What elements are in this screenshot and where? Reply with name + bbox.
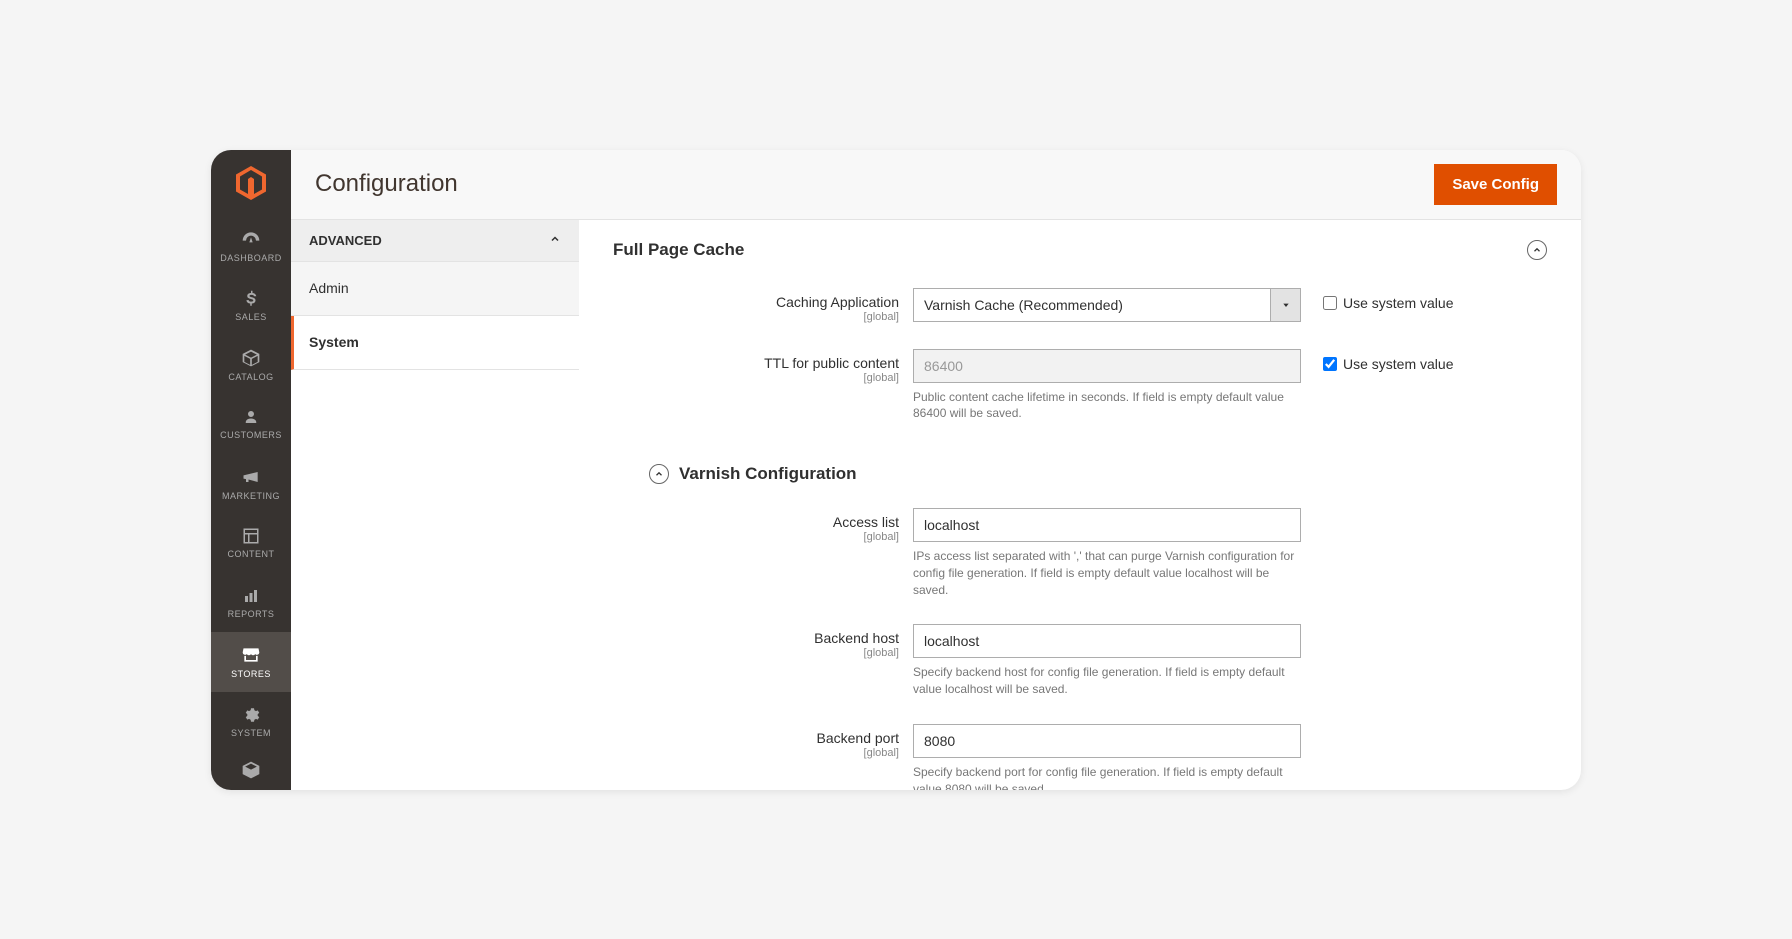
caching-application-select[interactable]: Varnish Cache (Recommended)	[913, 288, 1301, 322]
field-backend-port: Backend port [global] Specify backend po…	[613, 724, 1547, 789]
sidebar-item-label: SALES	[235, 312, 267, 322]
use-system-value-checkbox[interactable]	[1323, 357, 1337, 371]
field-scope: [global]	[613, 531, 899, 543]
megaphone-icon	[241, 467, 261, 487]
caret-down-icon	[1270, 289, 1300, 321]
chevron-up-icon	[549, 233, 561, 248]
field-scope: [global]	[613, 372, 899, 384]
sidebar-item-marketing[interactable]: MARKETING	[211, 454, 291, 513]
field-label: Caching Application	[613, 294, 899, 310]
sidebar-item-label: REPORTS	[228, 609, 275, 619]
select-value: Varnish Cache (Recommended)	[914, 289, 1270, 321]
bars-icon	[242, 587, 260, 605]
sidebar-item-extensions[interactable]	[211, 751, 291, 789]
storefront-icon	[241, 645, 261, 665]
tab-label: Admin	[309, 280, 349, 296]
backend-port-input[interactable]	[913, 724, 1301, 758]
field-caching-application: Caching Application [global] Varnish Cac…	[613, 288, 1547, 323]
dollar-icon	[242, 290, 260, 308]
backend-host-input[interactable]	[913, 624, 1301, 658]
sidebar-item-stores[interactable]: STORES	[211, 632, 291, 691]
sidebar-item-catalog[interactable]: CATALOG	[211, 335, 291, 394]
tab-group-label: ADVANCED	[309, 233, 382, 248]
person-icon	[242, 408, 260, 426]
section-header-full-page-cache[interactable]: Full Page Cache	[613, 240, 1547, 260]
sidebar-item-label: CUSTOMERS	[220, 430, 282, 440]
tab-group-advanced[interactable]: ADVANCED	[291, 220, 579, 262]
box-icon	[241, 348, 261, 368]
use-system-value-label: Use system value	[1343, 295, 1453, 311]
chevron-up-icon	[654, 469, 664, 479]
sidebar-item-content[interactable]: CONTENT	[211, 514, 291, 573]
sidebar-item-system[interactable]: SYSTEM	[211, 692, 291, 751]
sidebar-item-dashboard[interactable]: DASHBOARD	[211, 217, 291, 276]
tab-label: System	[309, 334, 359, 350]
sidebar-item-label: SYSTEM	[231, 728, 271, 738]
gauge-icon	[241, 229, 261, 249]
body-row: ADVANCED Admin System Full Page Cache	[291, 220, 1581, 790]
save-config-button[interactable]: Save Config	[1434, 164, 1557, 205]
field-label: Access list	[613, 514, 899, 530]
main-content: Configuration Save Config ADVANCED Admin…	[291, 150, 1581, 790]
layout-icon	[242, 527, 260, 545]
use-system-value-checkbox[interactable]	[1323, 296, 1337, 310]
section-title: Full Page Cache	[613, 240, 744, 260]
ttl-input[interactable]	[913, 349, 1301, 383]
page-title: Configuration	[315, 170, 458, 198]
field-help: Specify backend port for config file gen…	[913, 764, 1301, 789]
sidebar-item-customers[interactable]: CUSTOMERS	[211, 395, 291, 454]
collapse-toggle[interactable]	[649, 464, 669, 484]
field-access-list: Access list [global] IPs access list sep…	[613, 508, 1547, 616]
app-window: DASHBOARD SALES CATALOG CUSTOMERS MARKET	[211, 150, 1581, 790]
tab-admin[interactable]: Admin	[291, 262, 579, 316]
subsection-header-varnish[interactable]: Varnish Configuration	[649, 464, 1547, 484]
page-header: Configuration Save Config	[291, 150, 1581, 220]
puzzle-icon	[241, 760, 261, 780]
access-list-input[interactable]	[913, 508, 1301, 542]
field-backend-host: Backend host [global] Specify backend ho…	[613, 624, 1547, 716]
sidebar-item-label: STORES	[231, 669, 271, 679]
sidebar-item-reports[interactable]: REPORTS	[211, 573, 291, 632]
gear-icon	[242, 706, 260, 724]
field-scope: [global]	[613, 747, 899, 759]
sidebar-item-label: MARKETING	[222, 491, 280, 501]
chevron-up-icon	[1532, 245, 1542, 255]
subsection-title: Varnish Configuration	[679, 464, 857, 484]
sidebar-item-sales[interactable]: SALES	[211, 276, 291, 335]
field-label: Backend port	[613, 730, 899, 746]
collapse-toggle[interactable]	[1527, 240, 1547, 260]
sidebar-item-label: CONTENT	[228, 549, 275, 559]
sidebar-item-label: DASHBOARD	[220, 253, 282, 263]
use-system-value-label: Use system value	[1343, 356, 1453, 372]
field-label: Backend host	[613, 630, 899, 646]
magento-logo-icon	[211, 150, 291, 217]
field-scope: [global]	[613, 311, 899, 323]
field-ttl: TTL for public content [global] Public c…	[613, 349, 1547, 441]
field-label: TTL for public content	[613, 355, 899, 371]
tab-system[interactable]: System	[291, 316, 579, 370]
field-help: Specify backend host for config file gen…	[913, 664, 1301, 698]
sidebar-item-label: CATALOG	[228, 372, 273, 382]
field-scope: [global]	[613, 647, 899, 659]
form-area: Full Page Cache Caching Application [glo…	[579, 220, 1581, 790]
config-tabs-panel: ADVANCED Admin System	[291, 220, 579, 790]
field-help: Public content cache lifetime in seconds…	[913, 389, 1301, 423]
field-help: IPs access list separated with ',' that …	[913, 548, 1301, 598]
sidebar: DASHBOARD SALES CATALOG CUSTOMERS MARKET	[211, 150, 291, 790]
